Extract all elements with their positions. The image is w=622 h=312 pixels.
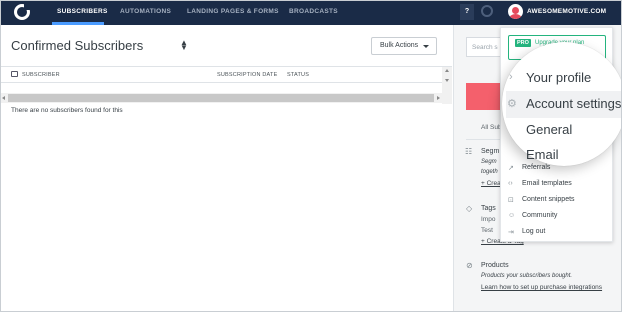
tag-icon: ◇	[466, 204, 473, 213]
segments-icon: ☷	[465, 147, 473, 156]
segments-heading: Segm	[481, 148, 500, 155]
bulk-actions-button[interactable]: Bulk Actions	[371, 37, 437, 55]
sort-toggle-icon[interactable]: ▲ ▼	[180, 39, 188, 52]
menu-item-email[interactable]: Email	[526, 147, 559, 162]
scroll-right-icon[interactable]	[437, 96, 440, 100]
notifications-icon[interactable]	[481, 5, 493, 17]
active-nav-indicator	[52, 22, 104, 25]
products-icon: ⊘	[466, 261, 473, 270]
purchase-integrations-link[interactable]: Learn how to set up purchase integration…	[481, 284, 602, 291]
help-button[interactable]: ?	[460, 4, 474, 20]
scroll-down-icon[interactable]	[445, 79, 449, 82]
menu-item-your-profile[interactable]: Your profile	[526, 70, 591, 85]
nav-subscribers[interactable]: SUBSCRIBERS	[57, 8, 108, 15]
chevron-down-icon	[423, 45, 429, 48]
select-all-checkbox[interactable]	[11, 71, 18, 77]
column-header-status[interactable]: STATUS	[287, 72, 309, 78]
bulk-actions-label: Bulk Actions	[380, 42, 419, 49]
divider	[0, 82, 442, 83]
snippet-icon: ⊡	[508, 197, 514, 204]
menu-item-account-settings[interactable]: Account settings	[526, 96, 621, 111]
menu-item-content-snippets[interactable]: Content snippets	[522, 196, 575, 203]
tags-heading: Tags	[481, 205, 496, 212]
app-logo-icon[interactable]	[14, 3, 31, 20]
code-icon: ‹›	[508, 180, 513, 187]
account-menu-label[interactable]: AWESOMEMOTIVE.COM	[527, 8, 606, 15]
tag-item[interactable]: Impo	[481, 216, 495, 223]
all-subscribers-link[interactable]: All Sub	[481, 124, 502, 131]
top-navigation-bar: SUBSCRIBERS AUTOMATIONS LANDING PAGES & …	[0, 0, 622, 25]
menu-item-community[interactable]: Community	[522, 212, 557, 219]
app-root: SUBSCRIBERS AUTOMATIONS LANDING PAGES & …	[0, 0, 622, 312]
menu-item-general[interactable]: General	[526, 122, 572, 137]
scrollbar-thumb[interactable]	[8, 94, 434, 102]
settings-icon: ⚙	[507, 98, 517, 110]
tag-item[interactable]: Test	[481, 227, 493, 234]
empty-state-message: There are no subscribers found for this	[11, 107, 123, 114]
vertical-scrollbar[interactable]	[442, 67, 452, 104]
segments-description: Segm	[481, 159, 497, 165]
segments-description-cont: togeth	[481, 169, 498, 175]
column-header-subscriber[interactable]: SUBSCRIBER	[22, 72, 60, 78]
scroll-left-icon[interactable]	[2, 96, 5, 100]
products-description: Products your subscribers bought.	[481, 273, 573, 279]
menu-item-referrals[interactable]: Referrals	[522, 164, 550, 171]
products-heading: Products	[481, 262, 509, 269]
nav-automations[interactable]: AUTOMATIONS	[120, 8, 171, 15]
referrals-icon: ↗	[508, 165, 514, 172]
logout-icon: ⇥	[508, 229, 514, 236]
create-segment-link[interactable]: + Crea	[481, 180, 501, 187]
horizontal-scrollbar[interactable]	[0, 93, 442, 103]
profile-icon: ›	[509, 71, 513, 83]
menu-item-log-out[interactable]: Log out	[522, 228, 545, 235]
page-title: Confirmed Subscribers	[11, 38, 144, 53]
nav-broadcasts[interactable]: BROADCASTS	[289, 8, 338, 15]
community-icon: ☺	[508, 212, 516, 219]
nav-landing-pages-forms[interactable]: LANDING PAGES & FORMS	[187, 8, 279, 15]
avatar[interactable]	[508, 4, 523, 19]
column-header-subscription-date[interactable]: SUBSCRIPTION DATE	[217, 72, 277, 78]
pro-badge: PRO	[515, 39, 531, 47]
menu-item-email-templates[interactable]: Email templates	[522, 180, 572, 187]
divider	[0, 66, 452, 67]
scroll-up-icon[interactable]	[445, 69, 449, 72]
